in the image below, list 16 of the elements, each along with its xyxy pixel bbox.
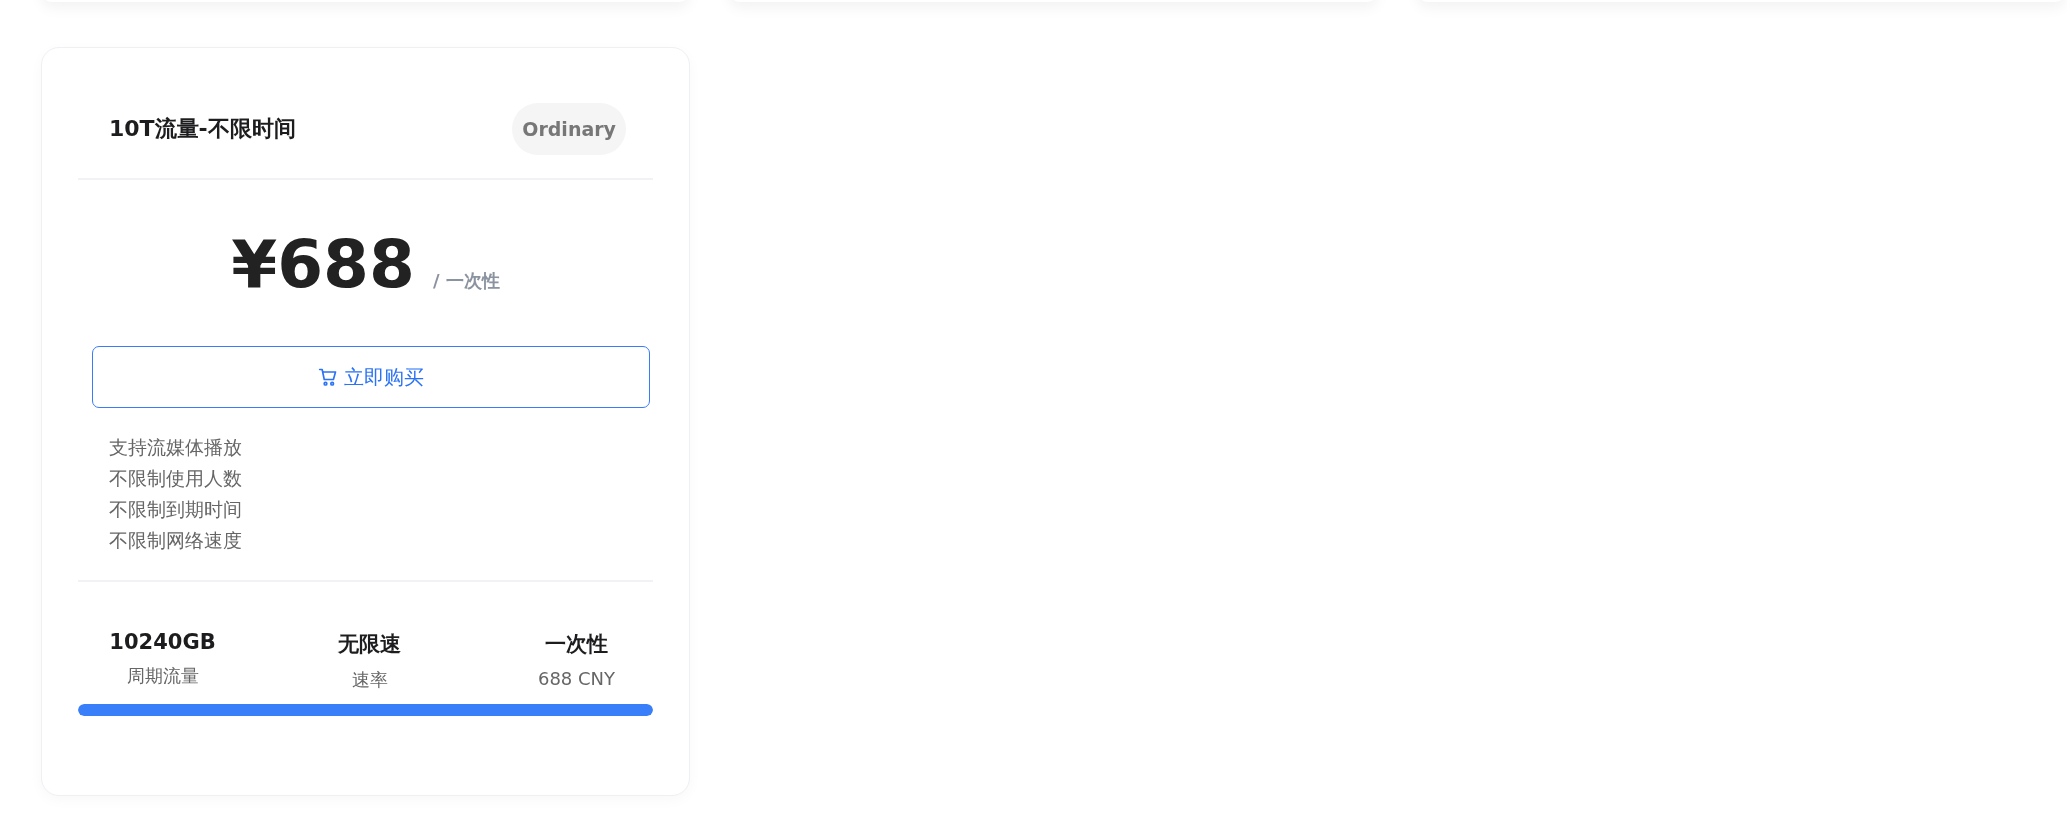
feature-text: 不限制网络速度	[109, 528, 242, 553]
billing-period: / 一次性	[432, 269, 500, 293]
stat-label: 周期流量	[126, 664, 199, 688]
plan-title: 10T流量-不限时间	[109, 115, 296, 143]
feature-text: 不限制使用人数	[109, 466, 242, 491]
stat-label: 速率	[351, 668, 388, 692]
stat-value: 无限速	[338, 631, 401, 658]
feature-text: 支持流媒体播放	[109, 435, 242, 460]
stat-value: 一次性	[545, 631, 608, 658]
feature-text: 不限制到期时间	[109, 497, 242, 522]
price-amount: ¥688	[231, 226, 415, 303]
stat-label: 688 CNY	[537, 668, 616, 689]
stat-value: 10240GB	[109, 630, 216, 654]
buy-button[interactable]: 立即购买	[92, 346, 650, 408]
cart-icon	[318, 367, 338, 387]
plan-badge: Ordinary	[512, 103, 626, 155]
